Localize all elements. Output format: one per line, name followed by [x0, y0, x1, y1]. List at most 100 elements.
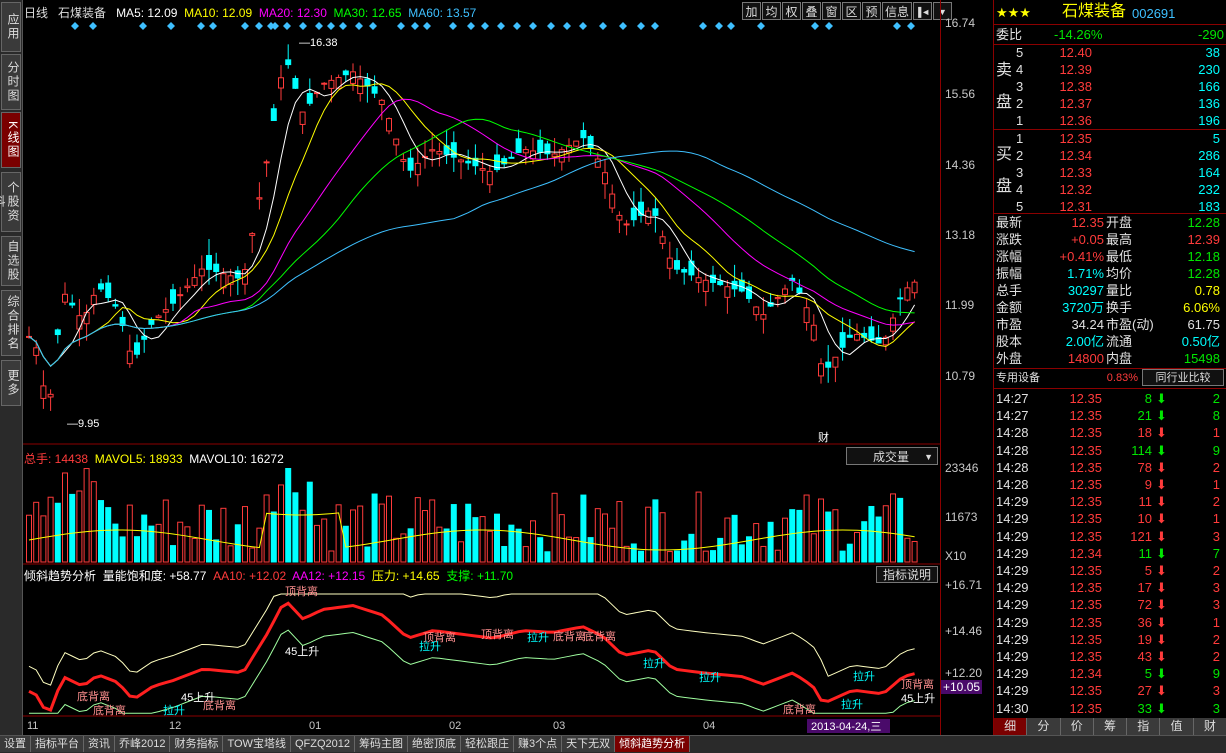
volume-bar	[501, 546, 508, 563]
candle-body	[148, 319, 155, 325]
volume-tick-label: 11673	[945, 510, 978, 524]
toolbar-button-5[interactable]: 区	[842, 2, 861, 20]
volume-bar	[796, 509, 803, 563]
left-tab-5[interactable]: 综合排名	[1, 290, 21, 356]
bottom-tab-2[interactable]: 资讯	[84, 736, 115, 752]
left-tab-1[interactable]: 分时图	[1, 54, 21, 110]
candle-body	[321, 82, 328, 85]
bottom-tab-1[interactable]: 指标平台	[31, 736, 84, 752]
candle-body	[760, 314, 767, 320]
candle-body	[515, 138, 522, 153]
bottom-tab-10[interactable]: 赚3个点	[513, 736, 563, 752]
stat-label: 内盘	[1106, 351, 1133, 366]
volume-bar	[256, 527, 263, 563]
quote-tab-5[interactable]: 值	[1160, 718, 1194, 735]
toolbar-button-2[interactable]: 权	[782, 2, 801, 20]
tick-count: 2	[1212, 459, 1220, 475]
tick-time: 14:29	[996, 494, 1029, 510]
kline-chart[interactable]: —16.38 —9.95 财顶背离 45上升 底背离 底背离 顶背离 拉升 顶背离 拉升 底背离 底背…	[23, 0, 940, 735]
tick-volume: 114	[1131, 442, 1152, 458]
stat-label: 股本	[996, 334, 1023, 349]
tick-count: 1	[1212, 614, 1220, 630]
quote-tab-4[interactable]: 指	[1127, 718, 1161, 735]
quote-tab-bar: 细分价筹指值财	[994, 718, 1226, 735]
signal-label: 顶背离	[901, 677, 934, 691]
arrow-red-icon: ⬇	[1156, 614, 1167, 630]
volume-bar	[602, 513, 608, 563]
bottom-tab-7[interactable]: 筹码主图	[354, 736, 408, 752]
indicator-selector[interactable]: 成交量 ▼	[846, 447, 938, 465]
quote-tab-1[interactable]: 分	[1027, 718, 1061, 735]
quote-tab-3[interactable]: 筹	[1093, 718, 1128, 735]
candle-body	[299, 111, 306, 125]
candle-body	[263, 161, 270, 164]
ask-price: 12.40	[1059, 45, 1092, 60]
bottom-tab-5[interactable]: TOW宝塔线	[223, 736, 291, 752]
volume-bar	[62, 472, 68, 563]
toolbar-button-7[interactable]: 信息	[882, 2, 912, 20]
toolbar-button-6[interactable]: 预	[862, 2, 881, 20]
candle-body	[126, 350, 133, 365]
volume-bar	[328, 550, 335, 563]
left-tab-4[interactable]: 自选股	[1, 236, 21, 286]
volume-bar	[702, 550, 709, 563]
quote-tab-0[interactable]: 细	[994, 718, 1028, 735]
trend-band	[28, 601, 915, 712]
volume-bar	[659, 512, 666, 563]
left-tab-2[interactable]: K线图	[1, 112, 21, 168]
bottom-tab-4[interactable]: 财务指标	[170, 736, 224, 752]
candle-body	[83, 311, 90, 325]
candle-body	[825, 361, 832, 368]
tick-time: 14:28	[996, 442, 1029, 458]
candle-body	[911, 281, 918, 294]
bottom-tab-8[interactable]: 绝密顶底	[407, 736, 461, 752]
industry-compare-button[interactable]: 同行业比较	[1142, 369, 1224, 386]
candle-body	[69, 302, 76, 306]
signal-label: 底背离	[553, 629, 586, 643]
volume-bar	[162, 499, 169, 563]
tick-count: 2	[1212, 631, 1220, 647]
candle-body	[328, 79, 335, 89]
tick-price: 12.35	[1069, 408, 1102, 424]
signal-label: 拉升	[841, 697, 863, 711]
tick-time: 14:29	[996, 631, 1029, 647]
collapse-icon[interactable]: ▐◄	[913, 2, 932, 20]
ma5-readout: MA5: 12.09	[116, 6, 178, 20]
bottom-tab-11[interactable]: 天下无双	[562, 736, 616, 752]
candle-body	[681, 269, 688, 273]
bottom-tab-12[interactable]: 倾斜趋势分析	[615, 736, 691, 752]
stat-label: 市盈(动)	[1106, 317, 1154, 332]
bottom-tab-9[interactable]: 轻松跟庄	[460, 736, 514, 752]
indicator-help-button[interactable]: 指标说明	[876, 566, 938, 583]
volume-bar	[76, 490, 83, 563]
ask-volume: 166	[1198, 79, 1220, 94]
left-tab-3[interactable]: 个股资料	[0, 172, 21, 232]
price-tick-label: 10.79	[945, 369, 976, 383]
ask-level: 3	[1016, 79, 1024, 94]
volume-bar	[263, 494, 270, 563]
toolbar-button-0[interactable]: 加	[742, 2, 761, 20]
ma30-readout: MA30: 12.65	[333, 6, 402, 20]
quote-tab-6[interactable]: 财	[1193, 718, 1226, 735]
candle-body	[278, 77, 284, 89]
volume-bar	[803, 494, 810, 563]
price-tick-label: 14.36	[945, 158, 976, 172]
quote-tab-2[interactable]: 价	[1060, 718, 1094, 735]
left-tab-0[interactable]: 应用	[1, 2, 21, 52]
chart-canvas[interactable]: —16.38—9.95财顶背离45上升底背离底背离顶背离拉升顶背离 拉升 底背离底背…	[23, 0, 940, 735]
bottom-tab-0[interactable]: 设置	[0, 736, 31, 752]
toolbar-button-1[interactable]: 均	[762, 2, 781, 20]
stat-label: 均价	[1106, 266, 1133, 281]
toolbar-button-4[interactable]: 窗	[822, 2, 841, 20]
candle-body	[306, 92, 313, 104]
stat-value: 6.06%	[1183, 300, 1220, 315]
toolbar-button-3[interactable]: 叠	[802, 2, 821, 20]
candle-body	[897, 297, 904, 300]
left-tab-6[interactable]: 更多	[1, 360, 21, 406]
tick-price: 12.35	[1069, 683, 1102, 699]
stat-value: 30297	[1067, 283, 1104, 298]
bottom-tab-6[interactable]: QFZQ2012	[290, 736, 355, 752]
signal-label: 45上升	[901, 692, 935, 705]
bottom-tab-3[interactable]: 乔峰2012	[115, 736, 171, 752]
event-marker	[327, 22, 335, 30]
